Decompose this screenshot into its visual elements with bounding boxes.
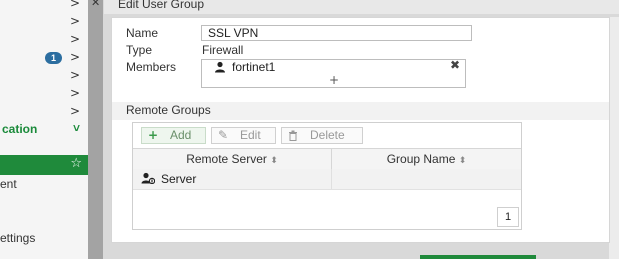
members-label: Members [126, 60, 177, 74]
delete-button-label: Delete [310, 128, 345, 142]
sidebar-item[interactable]: > [0, 0, 88, 14]
chevron-right-icon: > [69, 50, 80, 64]
close-icon[interactable]: ✕ [91, 0, 100, 9]
scroll-gutter: ✕ [88, 0, 103, 259]
name-label: Name [126, 26, 159, 40]
remove-member-icon[interactable]: ✖ [450, 58, 460, 72]
sidebar: > > > 1 > > > > cation ˅ ☆ ent ettings [0, 0, 89, 259]
chevron-right-icon: > [69, 32, 80, 46]
sidebar-section-authentication[interactable]: cation ˅ [0, 121, 88, 140]
add-button-label: Add [170, 128, 192, 142]
column-header-group-name[interactable]: Group Name ⬍ [332, 148, 521, 170]
edit-button[interactable]: ✎ Edit [211, 127, 276, 144]
column-label: Remote Server [186, 152, 267, 166]
sidebar-item-label[interactable]: ent [0, 177, 17, 191]
name-input[interactable]: SSL VPN [201, 25, 472, 41]
cell-divider [331, 169, 332, 189]
chevron-down-icon: ˅ [72, 121, 80, 135]
sort-icon[interactable]: ⬍ [459, 156, 467, 166]
remote-groups-title: Remote Groups [126, 103, 211, 117]
sidebar-item[interactable]: 1 > [0, 50, 88, 68]
delete-button[interactable]: Delete [281, 127, 363, 144]
chevron-right-icon: > [69, 68, 80, 82]
pencil-icon: ✎ [218, 128, 229, 142]
count-badge: 1 [45, 52, 62, 64]
remote-groups-table: + Add ✎ Edit Delete Remote Server ⬍ Grou… [132, 122, 522, 230]
chevron-right-icon: > [69, 0, 80, 10]
dialog-title-bar: Edit User Group [104, 0, 619, 14]
edit-button-label: Edit [240, 128, 261, 142]
sidebar-item[interactable]: > [0, 104, 88, 122]
chevron-right-icon: > [69, 86, 80, 100]
column-header-remote-server[interactable]: Remote Server ⬍ [133, 148, 332, 170]
sidebar-item[interactable]: > [0, 32, 88, 50]
sidebar-item-label[interactable]: ettings [0, 231, 35, 245]
dialog-title: Edit User Group [118, 0, 205, 11]
type-label: Type [126, 43, 153, 57]
sidebar-section-label: cation [2, 122, 38, 136]
plus-icon: + [148, 128, 159, 142]
chevron-right-icon: > [69, 14, 80, 28]
user-icon [214, 61, 226, 76]
star-icon[interactable]: ☆ [70, 156, 82, 171]
trash-icon [288, 128, 298, 146]
add-button[interactable]: + Add [141, 127, 206, 144]
members-field[interactable]: fortinet1 ✖ + [201, 58, 466, 88]
edit-user-group-panel: Name SSL VPN Type Firewall Members forti… [111, 17, 610, 243]
table-row[interactable]: Server [133, 169, 521, 190]
sidebar-item-active[interactable]: ☆ [0, 155, 88, 175]
dialog-edge [609, 17, 619, 259]
sidebar-item[interactable]: > [0, 68, 88, 86]
server-icon [141, 172, 156, 187]
type-value: Firewall [202, 43, 244, 57]
remote-groups-header: Remote Groups [112, 102, 609, 120]
sort-icon[interactable]: ⬍ [270, 156, 278, 166]
sidebar-item[interactable]: > [0, 86, 88, 104]
chevron-right-icon: > [69, 104, 80, 118]
add-member-icon[interactable]: + [329, 73, 339, 87]
remote-server-cell: Server [161, 172, 197, 186]
column-label: Group Name [386, 152, 456, 166]
page-number[interactable]: 1 [497, 207, 519, 227]
ok-button[interactable] [420, 255, 536, 259]
sidebar-item[interactable]: > [0, 14, 88, 32]
member-chip: fortinet1 [232, 60, 276, 74]
